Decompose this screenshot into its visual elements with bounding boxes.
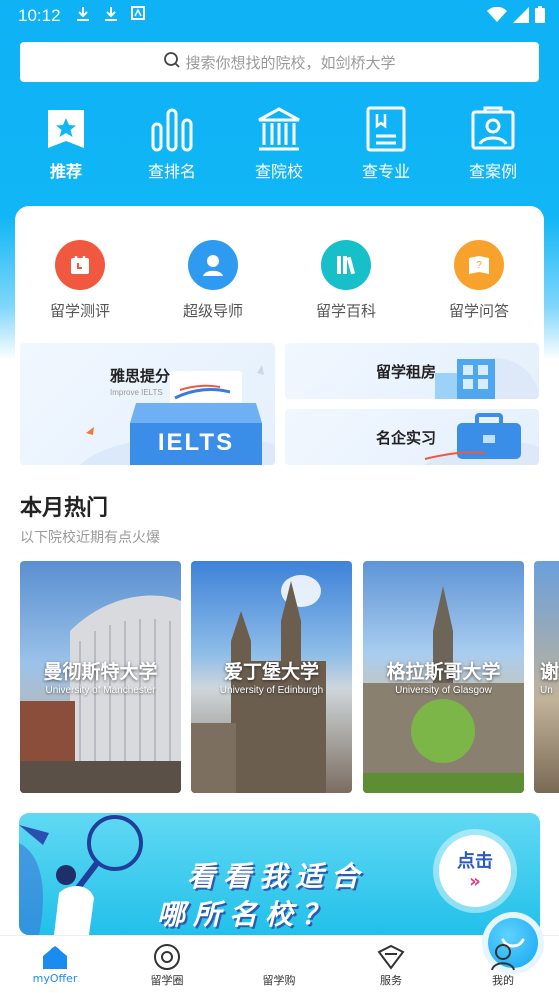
match-banner[interactable]: 看看我适合 哪所名校？ 点击 » [19,813,540,935]
banner-click-button[interactable]: 点击 » [439,835,511,907]
bar-chart-icon [149,106,195,152]
university-name: 谢 [540,661,559,683]
nav-label: 推荐 [49,162,82,181]
tab-myoffer[interactable]: myOffer [10,942,100,985]
star-bookmark-icon [43,106,89,152]
calendar-icon [55,240,105,290]
double-chevron-icon: » [469,871,481,892]
nav-label: 查院校 [254,162,303,181]
circle-icon [122,942,212,972]
home-icon [10,942,100,972]
svg-text:?: ? [476,260,482,271]
ielts-badge: IELTS [157,429,235,456]
download-icon [76,6,90,26]
banner-line2: 哪所名校？ [157,898,338,931]
promo-intern[interactable]: 名企实习 [285,409,539,465]
quick-label: 超级导师 [182,302,243,320]
status-bar: 10:12 [0,0,559,32]
university-card[interactable]: 格拉斯哥大学 University of Glasgow [363,561,524,793]
nav-ranking[interactable]: 查排名 [132,106,212,182]
search-bar[interactable]: 搜索你想找的院校，如剑桥大学 [20,42,539,82]
university-card[interactable]: 谢 Un [534,561,559,793]
status-time: 10:12 [18,6,61,25]
university-name: 爱丁堡大学 [223,661,319,683]
banner-cta-label: 点击 [457,851,493,872]
university-card[interactable]: 曼彻斯特大学 University of Manchester [20,561,181,793]
tab-label: myOffer [32,972,78,985]
section-subtitle: 以下院校近期有点火爆 [20,530,160,546]
quick-encyclopedia[interactable]: 留学百科 [301,240,391,321]
question-book-icon: ? [454,240,504,290]
university-carousel[interactable]: 曼彻斯特大学 University of Manchester 爱丁堡大学 Un… [20,561,559,793]
university-name: 曼彻斯特大学 [43,661,158,683]
tab-label: 服务 [380,974,402,987]
tab-circle[interactable]: 留学圈 [122,942,212,988]
section-title: 本月热门 [20,496,109,521]
tab-service[interactable]: 服务 [346,942,436,988]
tab-label: 我的 [492,974,514,987]
quick-label: 留学百科 [315,302,376,320]
nav-recommend[interactable]: 推荐 [26,106,106,182]
tab-profile[interactable]: 我的 [458,942,548,988]
nav-case[interactable]: 查案例 [453,106,533,182]
search-icon [163,51,185,73]
tab-shop[interactable]: 留学购 [234,918,538,988]
quick-tutor[interactable]: 超级导师 [168,240,258,321]
nav-university[interactable]: 查院校 [239,106,319,182]
university-card[interactable]: 爱丁堡大学 University of Edinburgh [191,561,352,793]
tab-label: 留学购 [262,974,296,987]
bottom-tab-bar: myOffer 留学圈 留学购 服务 我的 [0,918,559,993]
wifi-icon [487,6,507,27]
document-icon [363,106,409,152]
service-icon [346,942,436,972]
tab-label: 留学圈 [150,974,184,987]
nav-label: 查排名 [147,162,196,181]
promo-intern-title: 名企实习 [376,429,437,447]
quick-qa[interactable]: ? 留学问答 [434,240,524,321]
search-placeholder: 搜索你想找的院校，如剑桥大学 [185,53,396,72]
profile-icon [458,942,548,972]
signal-icon [513,6,529,27]
download-icon [104,6,118,26]
banner-line1: 看看我适合 [187,860,368,893]
app-notification-icon [131,6,145,24]
battery-icon [535,6,545,27]
category-nav: 推荐 查排名 查院校 查专业 查案例 [0,106,559,186]
university-english-name: University of Edinburgh [219,685,324,696]
promo-ielts[interactable]: 雅思提分 Improve IELTS IELTS [20,343,275,465]
promo-rent-title: 留学租房 [376,363,437,381]
case-portrait-icon [470,106,516,152]
services-card: 留学测评 超级导师 留学百科 ? 留学问答 雅思提分 Improve IELTS [15,206,544,476]
university-building-icon [256,106,302,152]
books-icon [321,240,371,290]
tutor-icon [188,240,238,290]
quick-label: 留学问答 [448,302,509,320]
nav-label: 查案例 [468,162,517,181]
university-name: 格拉斯哥大学 [386,661,501,683]
nav-label: 查专业 [361,162,410,181]
university-english-name: Un [540,685,553,696]
quick-label: 留学测评 [49,302,110,320]
university-english-name: University of Manchester [45,685,156,696]
university-english-name: University of Glasgow [395,685,492,696]
quick-assessment[interactable]: 留学测评 [35,240,125,321]
promo-rent[interactable]: 留学租房 [285,343,539,399]
nav-major[interactable]: 查专业 [346,106,426,182]
